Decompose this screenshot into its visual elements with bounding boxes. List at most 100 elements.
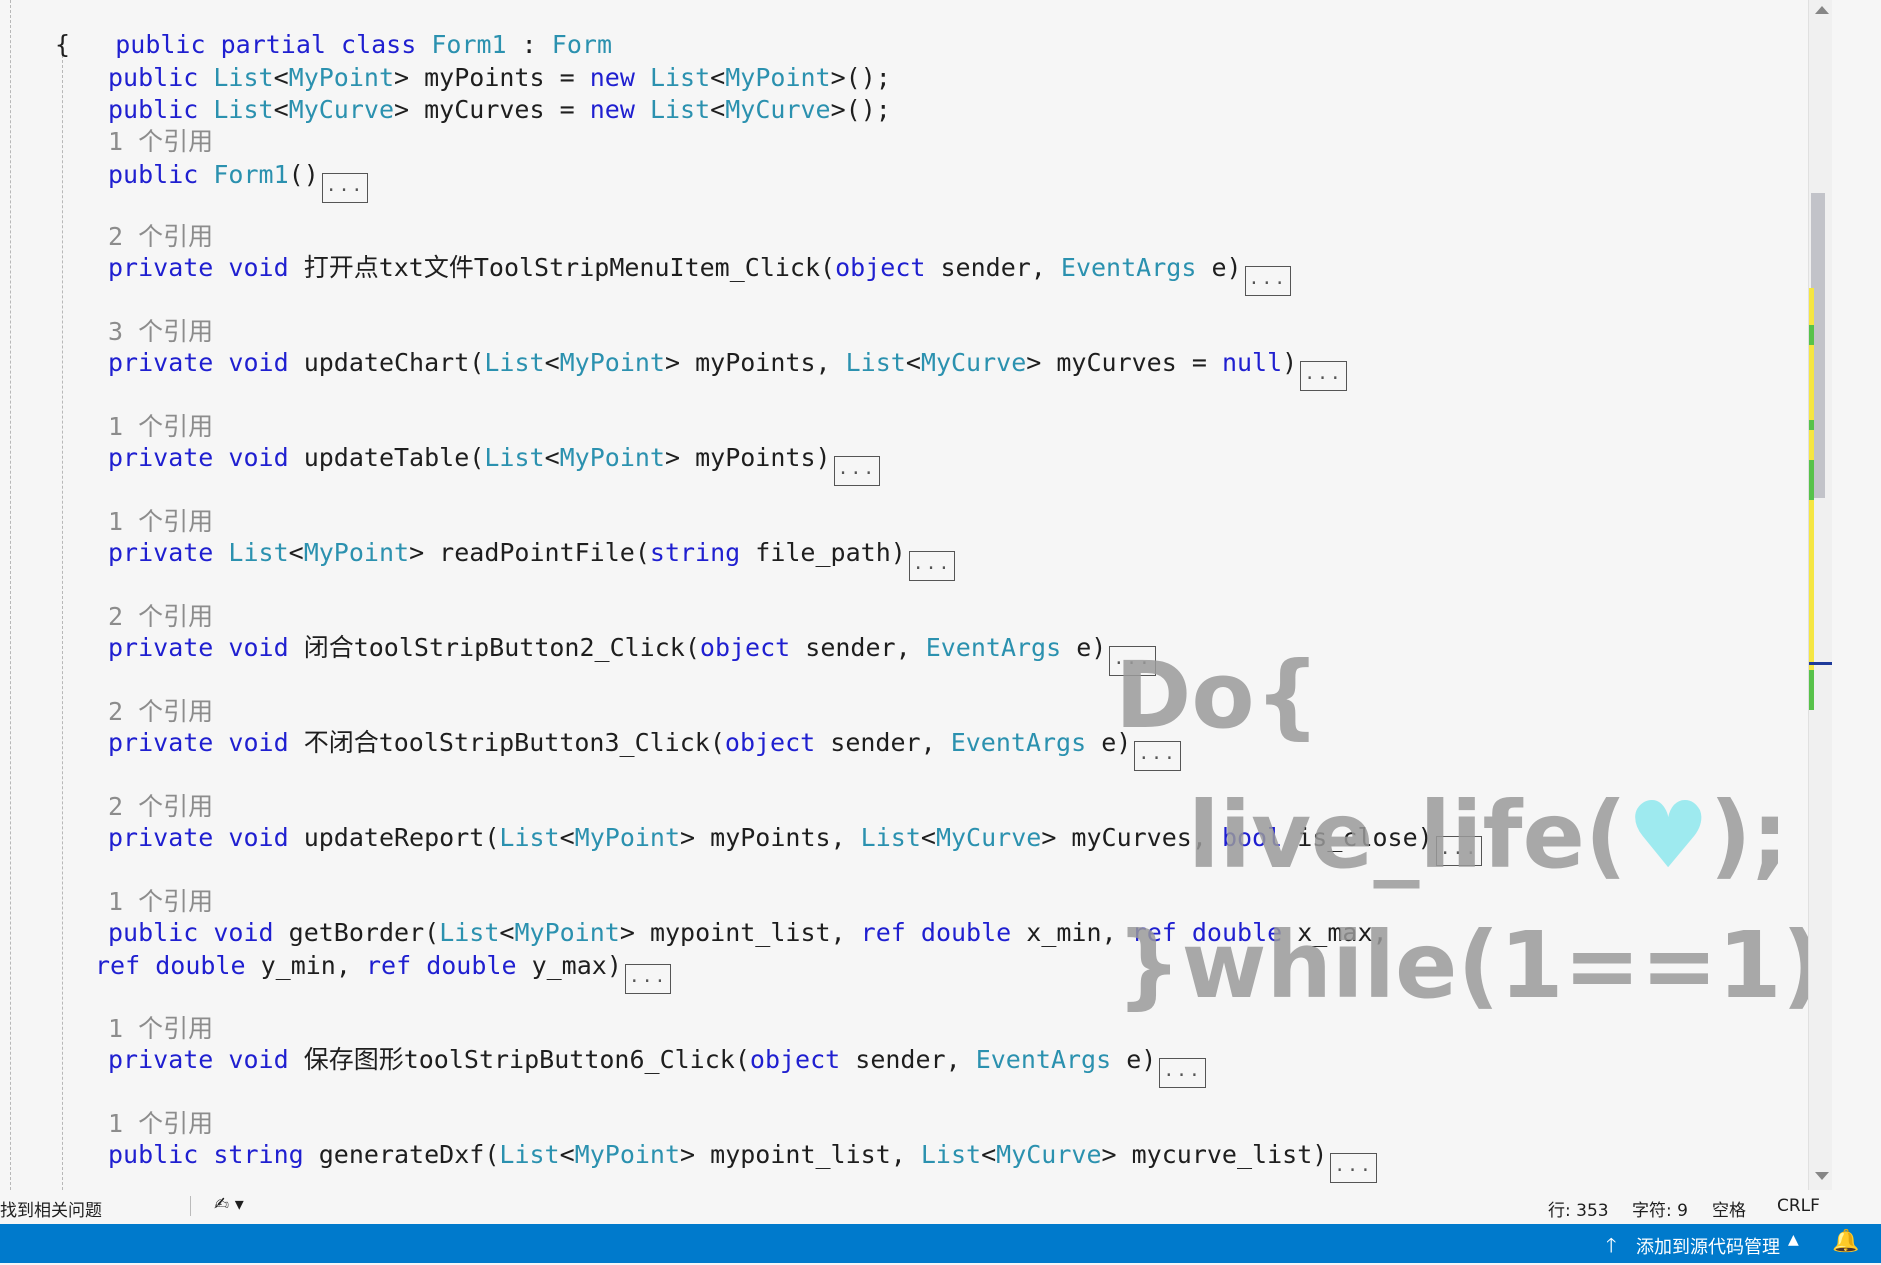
reference-count: 2 <box>108 602 124 631</box>
codelens-references[interactable]: 1 个引用 <box>108 127 213 157</box>
method-name: generateDxf <box>318 1140 485 1169</box>
field-name: myCurves <box>424 95 545 124</box>
scroll-up-arrow-icon[interactable] <box>1815 6 1829 14</box>
reference-label: 个引用 <box>138 1014 214 1043</box>
code-line-field-mycurves: public List<MyCurve> myCurves = new List… <box>108 95 891 124</box>
keyword: object <box>835 253 926 282</box>
code-line-open-txt-click: private void 打开点txt文件ToolStripMenuItem_C… <box>108 253 1292 296</box>
type-name: List <box>439 918 500 947</box>
type-name: EventArgs <box>950 728 1087 757</box>
keyword: null <box>1221 348 1283 377</box>
vertical-scrollbar[interactable] <box>1808 0 1832 1190</box>
code-line-open-brace: { <box>55 30 70 60</box>
param-name: y_max) <box>531 951 622 980</box>
add-to-source-control-button[interactable]: 添加到源代码管理 <box>1636 1233 1780 1259</box>
status-bar: 🡑 添加到源代码管理 ▲ 🔔 <box>0 1224 1881 1263</box>
indentation-mode[interactable]: 空格 <box>1712 1196 1746 1221</box>
keyword: ref <box>860 918 906 947</box>
type-name: MyCurve <box>935 823 1042 852</box>
change-marker-green <box>1809 325 1814 345</box>
reference-count: 2 <box>108 697 124 726</box>
param-name: myCurves = <box>1056 348 1222 377</box>
change-marker-green <box>1809 460 1814 500</box>
method-name: updateTable <box>303 443 470 472</box>
brace: { <box>55 30 71 59</box>
type-name: List <box>228 538 289 567</box>
notification-bell-icon[interactable]: 🔔 <box>1832 1229 1859 1254</box>
codelens-references[interactable]: 2 个引用 <box>108 792 213 822</box>
type-name: MyPoint <box>574 823 681 852</box>
param-name: myPoints) <box>695 443 831 472</box>
keyword: public <box>115 30 206 59</box>
keyword: private <box>108 538 214 567</box>
codelens-references[interactable]: 2 个引用 <box>108 697 213 727</box>
reference-label: 个引用 <box>138 222 214 251</box>
reference-label: 个引用 <box>138 127 214 156</box>
cursor-line[interactable]: 行: 353 <box>1548 1196 1609 1221</box>
type-name: MyPoint <box>725 63 831 92</box>
code-line-read-point-file: private List<MyPoint> readPointFile(stri… <box>108 538 956 581</box>
param-name: mypoint_list, <box>710 1140 906 1169</box>
codelens-references[interactable]: 1 个引用 <box>108 887 213 917</box>
keyword: private <box>108 443 214 472</box>
type-name: List <box>484 348 545 377</box>
type-name: List <box>860 823 921 852</box>
codelens-references[interactable]: 1 个引用 <box>108 1014 213 1044</box>
keyword: private <box>108 348 214 377</box>
collapsed-region-button[interactable] <box>1330 1153 1377 1183</box>
param-name: e) <box>1076 633 1107 662</box>
reference-count: 1 <box>108 1109 124 1138</box>
editor-info-bar: 找到相关问题 ✍ ▾ 行: 353 字符: 9 空格 CRLF <box>0 1190 1881 1224</box>
collapsed-region-button[interactable] <box>321 173 369 203</box>
param-name: mypoint_list, <box>649 918 846 947</box>
issues-status[interactable]: 找到相关问题 <box>0 1196 102 1221</box>
type-name: MyCurve <box>288 95 395 124</box>
keyword: string <box>213 1140 304 1169</box>
scroll-down-arrow-icon[interactable] <box>1815 1172 1829 1180</box>
keyword: ref <box>95 951 141 980</box>
codelens-references[interactable]: 2 个引用 <box>108 222 213 252</box>
reference-count: 2 <box>108 222 124 251</box>
keyword: void <box>228 1045 289 1074</box>
type-name: MyPoint <box>514 918 620 947</box>
codelens-references[interactable]: 1 个引用 <box>108 412 213 442</box>
type-name: MyCurve <box>725 95 831 124</box>
code-line-get-border-cont: ref double y_min, ref double y_max) <box>95 951 672 994</box>
keyword: public <box>108 918 199 947</box>
codelens-references[interactable]: 1 个引用 <box>108 1109 213 1139</box>
type-name: List <box>920 1140 982 1169</box>
watermark-line-1: Do{ <box>1115 642 1321 749</box>
line-ending[interactable]: CRLF <box>1777 1196 1820 1216</box>
codelens-references[interactable]: 2 个引用 <box>108 602 213 632</box>
collapsed-region-button[interactable] <box>624 964 672 994</box>
method-name: 闭合toolStripButton2_Click <box>303 633 685 662</box>
method-name: updateChart <box>303 348 470 377</box>
codelens-references[interactable]: 3 个引用 <box>108 317 213 347</box>
keyword: double <box>426 951 517 980</box>
brush-icon[interactable]: ✍ ▾ <box>214 1194 244 1215</box>
collapsed-region-button[interactable] <box>908 551 956 581</box>
keyword: private <box>108 253 214 282</box>
collapsed-region-button[interactable] <box>1159 1058 1206 1088</box>
type-name: List <box>845 348 906 377</box>
type-name: MyPoint <box>303 538 410 567</box>
collapsed-region-button[interactable] <box>1300 361 1347 391</box>
method-name: 打开点txt文件ToolStripMenuItem_Click <box>303 253 821 282</box>
collapsed-region-button[interactable] <box>833 456 881 486</box>
reference-count: 3 <box>108 317 124 346</box>
keyword: object <box>749 1045 841 1074</box>
codelens-references[interactable]: 1 个引用 <box>108 507 213 537</box>
param-name: sender, <box>830 728 936 757</box>
collapsed-region-button[interactable] <box>1244 266 1292 296</box>
code-editor[interactable]: public partial class Form1 : Form { publ… <box>0 0 1832 1190</box>
upload-arrow-icon: 🡑 <box>1606 1233 1617 1257</box>
type-name: List <box>213 63 274 92</box>
type-name: EventArgs <box>1060 253 1197 282</box>
cursor-char[interactable]: 字符: 9 <box>1632 1196 1688 1221</box>
param-name: mycurve_list) <box>1131 1140 1328 1169</box>
type-name: MyPoint <box>559 348 665 377</box>
type-name: List <box>499 1140 560 1169</box>
keyword: double <box>155 951 246 980</box>
code-line-open-button-click: private void 不闭合toolStripButton3_Click(o… <box>108 728 1181 771</box>
method-name: 保存图形toolStripButton6_Click <box>303 1045 735 1074</box>
